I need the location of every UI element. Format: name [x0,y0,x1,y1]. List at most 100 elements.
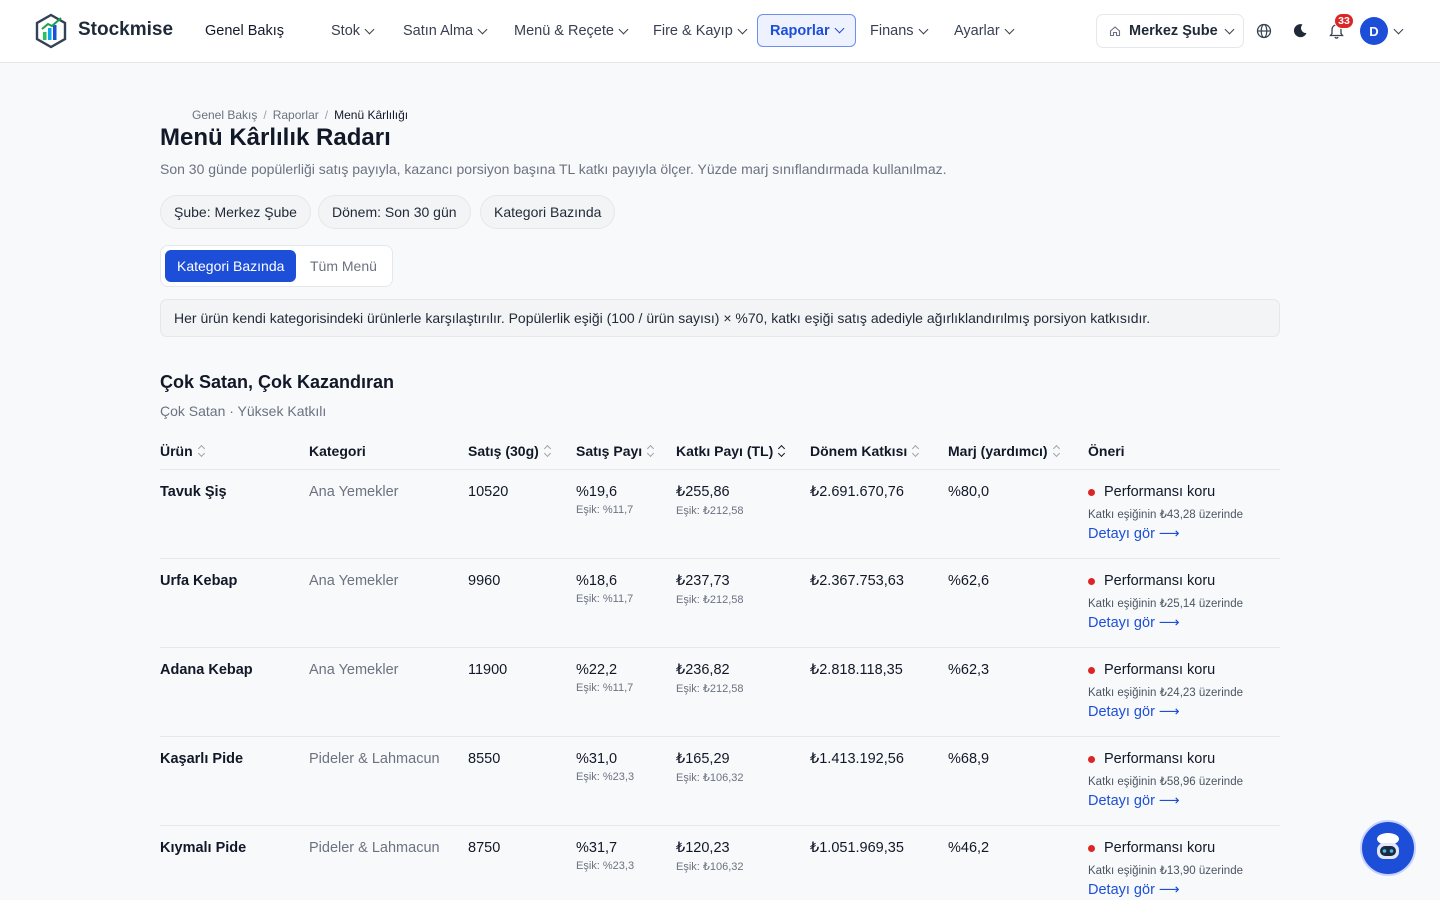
sort-icon [197,444,205,458]
nav-reports[interactable]: Raporlar [757,14,856,47]
sales-count: 9960 [468,573,501,589]
breadcrumb-reports[interactable]: Raporlar [273,108,319,122]
product-name: Adana Kebap [160,662,253,678]
period-contribution: ₺1.413.192,56 [810,751,904,767]
sales-share-threshold: Eşik: %23,3 [576,860,635,872]
product-name: Kaşarlı Pide [160,751,244,767]
recommendation: Performansı koru [1088,484,1215,500]
chevron-down-icon[interactable] [1393,24,1404,35]
toggle-all-menu[interactable]: Tüm Menü [298,250,389,282]
sales-share-threshold: Eşik: %11,7 [576,504,634,516]
home-icon [1109,26,1121,37]
margin: %62,6 [948,573,990,589]
product-category: Pideler & Lahmacun [309,840,440,856]
margin: %80,0 [948,484,990,500]
view-detail-link[interactable]: Detayı gör ⟶ [1088,793,1180,809]
sales-count: 8550 [468,751,501,767]
nav-waste-loss[interactable]: Fire & Kayıp [653,0,748,62]
view-detail-link[interactable]: Detayı gör ⟶ [1088,526,1180,542]
theme-toggle-button[interactable] [1289,20,1311,42]
sort-icon [647,444,655,458]
sales-share: %22,2 [576,662,618,678]
period-contribution: ₺2.691.670,76 [810,484,904,500]
column-header-period-contribution[interactable]: Dönem Katkısı [810,443,920,459]
contribution-threshold: Eşik: ₺212,58 [676,683,744,695]
sales-count: 10520 [468,484,509,500]
filter-chip-period[interactable]: Dönem: Son 30 gün [318,195,471,229]
sales-share: %19,6 [576,484,618,500]
table-row: Tavuk Şiş Ana Yemekler 10520 %19,6 Eşik:… [160,470,1280,559]
contribution: ₺237,73 [676,573,730,589]
column-header-product[interactable]: Ürün [160,443,205,459]
product-category: Ana Yemekler [309,573,399,589]
period-contribution: ₺2.818.118,35 [810,662,903,678]
brand-name[interactable]: Stockmise [78,19,173,41]
page-description: Son 30 günde popülerliği satış payıyla, … [160,161,947,177]
chef-bot-assistant-button[interactable] [1360,820,1416,876]
stockmise-logo-icon[interactable] [34,13,68,49]
chevron-down-icon [1224,24,1235,34]
sales-share-threshold: Eşik: %11,7 [576,682,634,694]
table-row: Adana Kebap Ana Yemekler 11900 %22,2 Eşi… [160,648,1280,737]
contribution: ₺236,82 [676,662,730,678]
column-header-sales-share[interactable]: Satış Payı [576,443,655,459]
breadcrumb-overview[interactable]: Genel Bakış [192,108,257,122]
sort-icon [1052,444,1060,458]
filter-chip-branch[interactable]: Şube: Merkez Şube [160,195,311,229]
branch-selector[interactable]: Merkez Şube [1096,14,1244,48]
sales-count: 8750 [468,840,501,856]
view-detail-link[interactable]: Detayı gör ⟶ [1088,615,1180,631]
margin: %62,3 [948,662,990,678]
user-avatar[interactable]: D [1360,17,1388,45]
sales-share-threshold: Eşik: %23,3 [576,771,635,783]
nav-menu-recipe[interactable]: Menü & Reçete [514,0,629,62]
chevron-down-icon [1004,24,1015,34]
column-header-recommendation: Öneri [1088,443,1125,459]
status-dot-icon [1088,488,1095,496]
recommendation: Performansı koru [1088,751,1215,767]
margin: %68,9 [948,751,990,767]
product-name: Urfa Kebap [160,573,238,589]
product-category: Pideler & Lahmacun [309,751,440,767]
view-detail-link[interactable]: Detayı gör ⟶ [1088,704,1180,720]
breadcrumb-current: Menü Kârlılığı [334,108,409,122]
nav-finance[interactable]: Finans [870,0,928,62]
status-dot-icon [1088,844,1095,852]
recommendation-note: Katkı eşiğinin ₺25,14 üzerinde [1088,598,1243,610]
globe-icon [1256,23,1272,39]
nav-overview[interactable]: Genel Bakış [205,0,284,62]
status-dot-icon [1088,577,1095,585]
recommendation-note: Katkı eşiğinin ₺24,23 üzerinde [1088,687,1243,699]
chevron-down-icon [834,23,845,34]
sales-share: %31,7 [576,840,618,856]
filter-chip-category[interactable]: Kategori Bazında [480,195,616,229]
product-name: Tavuk Şiş [160,484,227,500]
table-row: Urfa Kebap Ana Yemekler 9960 %18,6 Eşik:… [160,559,1280,648]
column-header-sales[interactable]: Satış (30g) [468,443,551,459]
nav-stock[interactable]: Stok [331,0,375,62]
page-title: Menü Kârlılık Radarı [160,124,391,151]
chevron-down-icon [364,24,375,34]
nav-settings[interactable]: Ayarlar [954,0,1015,62]
breadcrumb: Genel Bakış / Raporlar / Menü Kârlılığı [192,108,409,122]
nav-purchasing[interactable]: Satın Alma [403,0,488,62]
toggle-by-category[interactable]: Kategori Bazında [165,250,297,282]
contribution-threshold: Eşik: ₺106,32 [676,772,744,784]
product-name: Kıymalı Pide [160,840,247,856]
status-dot-icon [1088,666,1095,674]
recommendation: Performansı koru [1088,662,1215,678]
contribution: ₺255,86 [676,484,730,500]
view-detail-link[interactable]: Detayı gör ⟶ [1088,882,1180,898]
recommendation-note: Katkı eşiğinin ₺13,90 üzerinde [1088,865,1243,877]
view-toggle: Kategori Bazında Tüm Menü [160,245,393,287]
column-header-contribution[interactable]: Katkı Payı (TL) [676,443,786,459]
sales-share: %18,6 [576,573,618,589]
top-navbar: Stockmise Genel Bakış Stok Satın Alma Me… [0,0,1440,63]
column-header-margin[interactable]: Marj (yardımcı) [948,443,1060,459]
chef-bot-icon [1377,833,1399,859]
recommendation-note: Katkı eşiğinin ₺58,96 üzerinde [1088,776,1243,788]
language-button[interactable] [1253,20,1275,42]
section-subtitle: Çok Satan · Yüksek Katkılı [160,403,327,419]
table-row: Kıymalı Pide Pideler & Lahmacun 8750 %31… [160,826,1280,900]
recommendation: Performansı koru [1088,573,1215,589]
